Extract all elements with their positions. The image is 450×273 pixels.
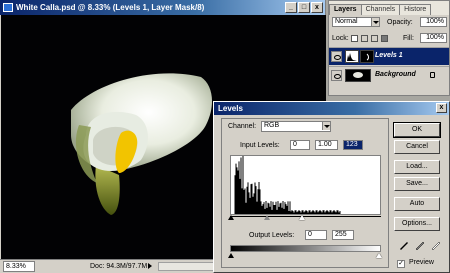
input-slider-track: [230, 216, 381, 217]
input-white-point-slider[interactable]: [299, 215, 305, 220]
preview-label: Preview: [409, 259, 434, 266]
maximize-button[interactable]: □: [298, 2, 310, 13]
tab-history[interactable]: Histore: [399, 4, 432, 15]
histogram-graph: [234, 156, 341, 214]
close-button[interactable]: x: [311, 2, 323, 13]
tab-layers[interactable]: Layers: [329, 4, 362, 15]
background-thumbnail: [345, 69, 371, 82]
channel-value: RGB: [264, 122, 280, 129]
lock-label: Lock:: [332, 35, 349, 42]
load-button[interactable]: Load...: [394, 160, 440, 174]
lock-position-icon[interactable]: [371, 35, 378, 42]
zoom-field[interactable]: 8.33%: [3, 261, 35, 272]
layer-mask-thumbnail[interactable]: [360, 50, 374, 63]
cancel-button[interactable]: Cancel: [394, 140, 440, 154]
fill-label: Fill:: [403, 35, 414, 42]
palette-tabs: Layers Channels Histore: [329, 1, 449, 15]
lock-icon: [430, 72, 435, 78]
levels-close-button[interactable]: x: [436, 103, 447, 113]
output-black-slider[interactable]: [228, 253, 234, 258]
preview-checkbox[interactable]: ✓: [397, 260, 405, 268]
visibility-eye-icon[interactable]: [331, 51, 342, 62]
layer-name: Levels 1: [375, 52, 403, 59]
output-levels-label: Output Levels:: [249, 232, 295, 239]
lock-all-icon[interactable]: [381, 35, 388, 42]
fill-field[interactable]: 100%: [420, 33, 447, 43]
opacity-field[interactable]: 100%: [420, 17, 447, 27]
output-white-field[interactable]: 255: [332, 230, 354, 240]
document-titlebar[interactable]: White Calla.psd @ 8.33% (Levels 1, Layer…: [0, 0, 325, 15]
blend-mode-select[interactable]: Normal: [332, 17, 380, 27]
output-gradient-bar: [230, 245, 381, 252]
ok-button[interactable]: OK: [393, 122, 441, 138]
layer-name: Background: [375, 71, 416, 78]
white-eyedropper-icon[interactable]: [430, 240, 441, 251]
input-gamma-slider[interactable]: [264, 215, 270, 220]
levels-dialog: Levels x Channel: RGB Input Levels: 0 1.…: [213, 101, 450, 273]
lock-image-icon[interactable]: [361, 35, 368, 42]
levels-title: Levels: [218, 104, 243, 113]
tab-channels[interactable]: Channels: [360, 4, 401, 15]
histogram: [230, 155, 381, 215]
layer-row-levels[interactable]: Levels 1: [329, 47, 449, 65]
levels-adjustment-thumbnail: [345, 50, 359, 63]
input-black-point-slider[interactable]: [228, 215, 234, 220]
opacity-label: Opacity:: [387, 19, 413, 26]
auto-button[interactable]: Auto: [394, 197, 440, 211]
channel-label: Channel:: [228, 123, 257, 130]
options-button[interactable]: Options...: [394, 217, 440, 231]
photoshop-document-icon: [3, 3, 13, 12]
input-gamma-field[interactable]: 1.00: [315, 140, 338, 150]
channel-select[interactable]: RGB: [261, 121, 331, 132]
status-menu-arrow-icon[interactable]: [148, 263, 152, 269]
chevron-down-icon: [322, 122, 330, 130]
blend-mode-value: Normal: [335, 18, 358, 25]
input-black-field[interactable]: 0: [290, 140, 310, 150]
visibility-eye-icon[interactable]: [331, 70, 342, 81]
layers-palette: Layers Channels Histore Normal Opacity: …: [328, 0, 450, 96]
input-white-field[interactable]: 123: [343, 140, 363, 150]
output-black-field[interactable]: 0: [305, 230, 327, 240]
output-white-slider[interactable]: [376, 253, 382, 258]
horizontal-scrollbar[interactable]: [158, 262, 220, 271]
lock-transparency-icon[interactable]: [351, 35, 358, 42]
chevron-down-icon: [371, 18, 379, 26]
black-eyedropper-icon[interactable]: [398, 240, 409, 251]
levels-titlebar[interactable]: Levels: [214, 102, 449, 115]
document-size: Doc: 94.3M/97.7M: [90, 263, 148, 270]
layer-row-background[interactable]: Background: [329, 66, 449, 84]
minimize-button[interactable]: _: [285, 2, 297, 13]
input-levels-label: Input Levels:: [240, 142, 280, 149]
save-button[interactable]: Save...: [394, 177, 440, 191]
gray-eyedropper-icon[interactable]: [414, 240, 425, 251]
document-title: White Calla.psd @ 8.33% (Levels 1, Layer…: [16, 3, 205, 12]
